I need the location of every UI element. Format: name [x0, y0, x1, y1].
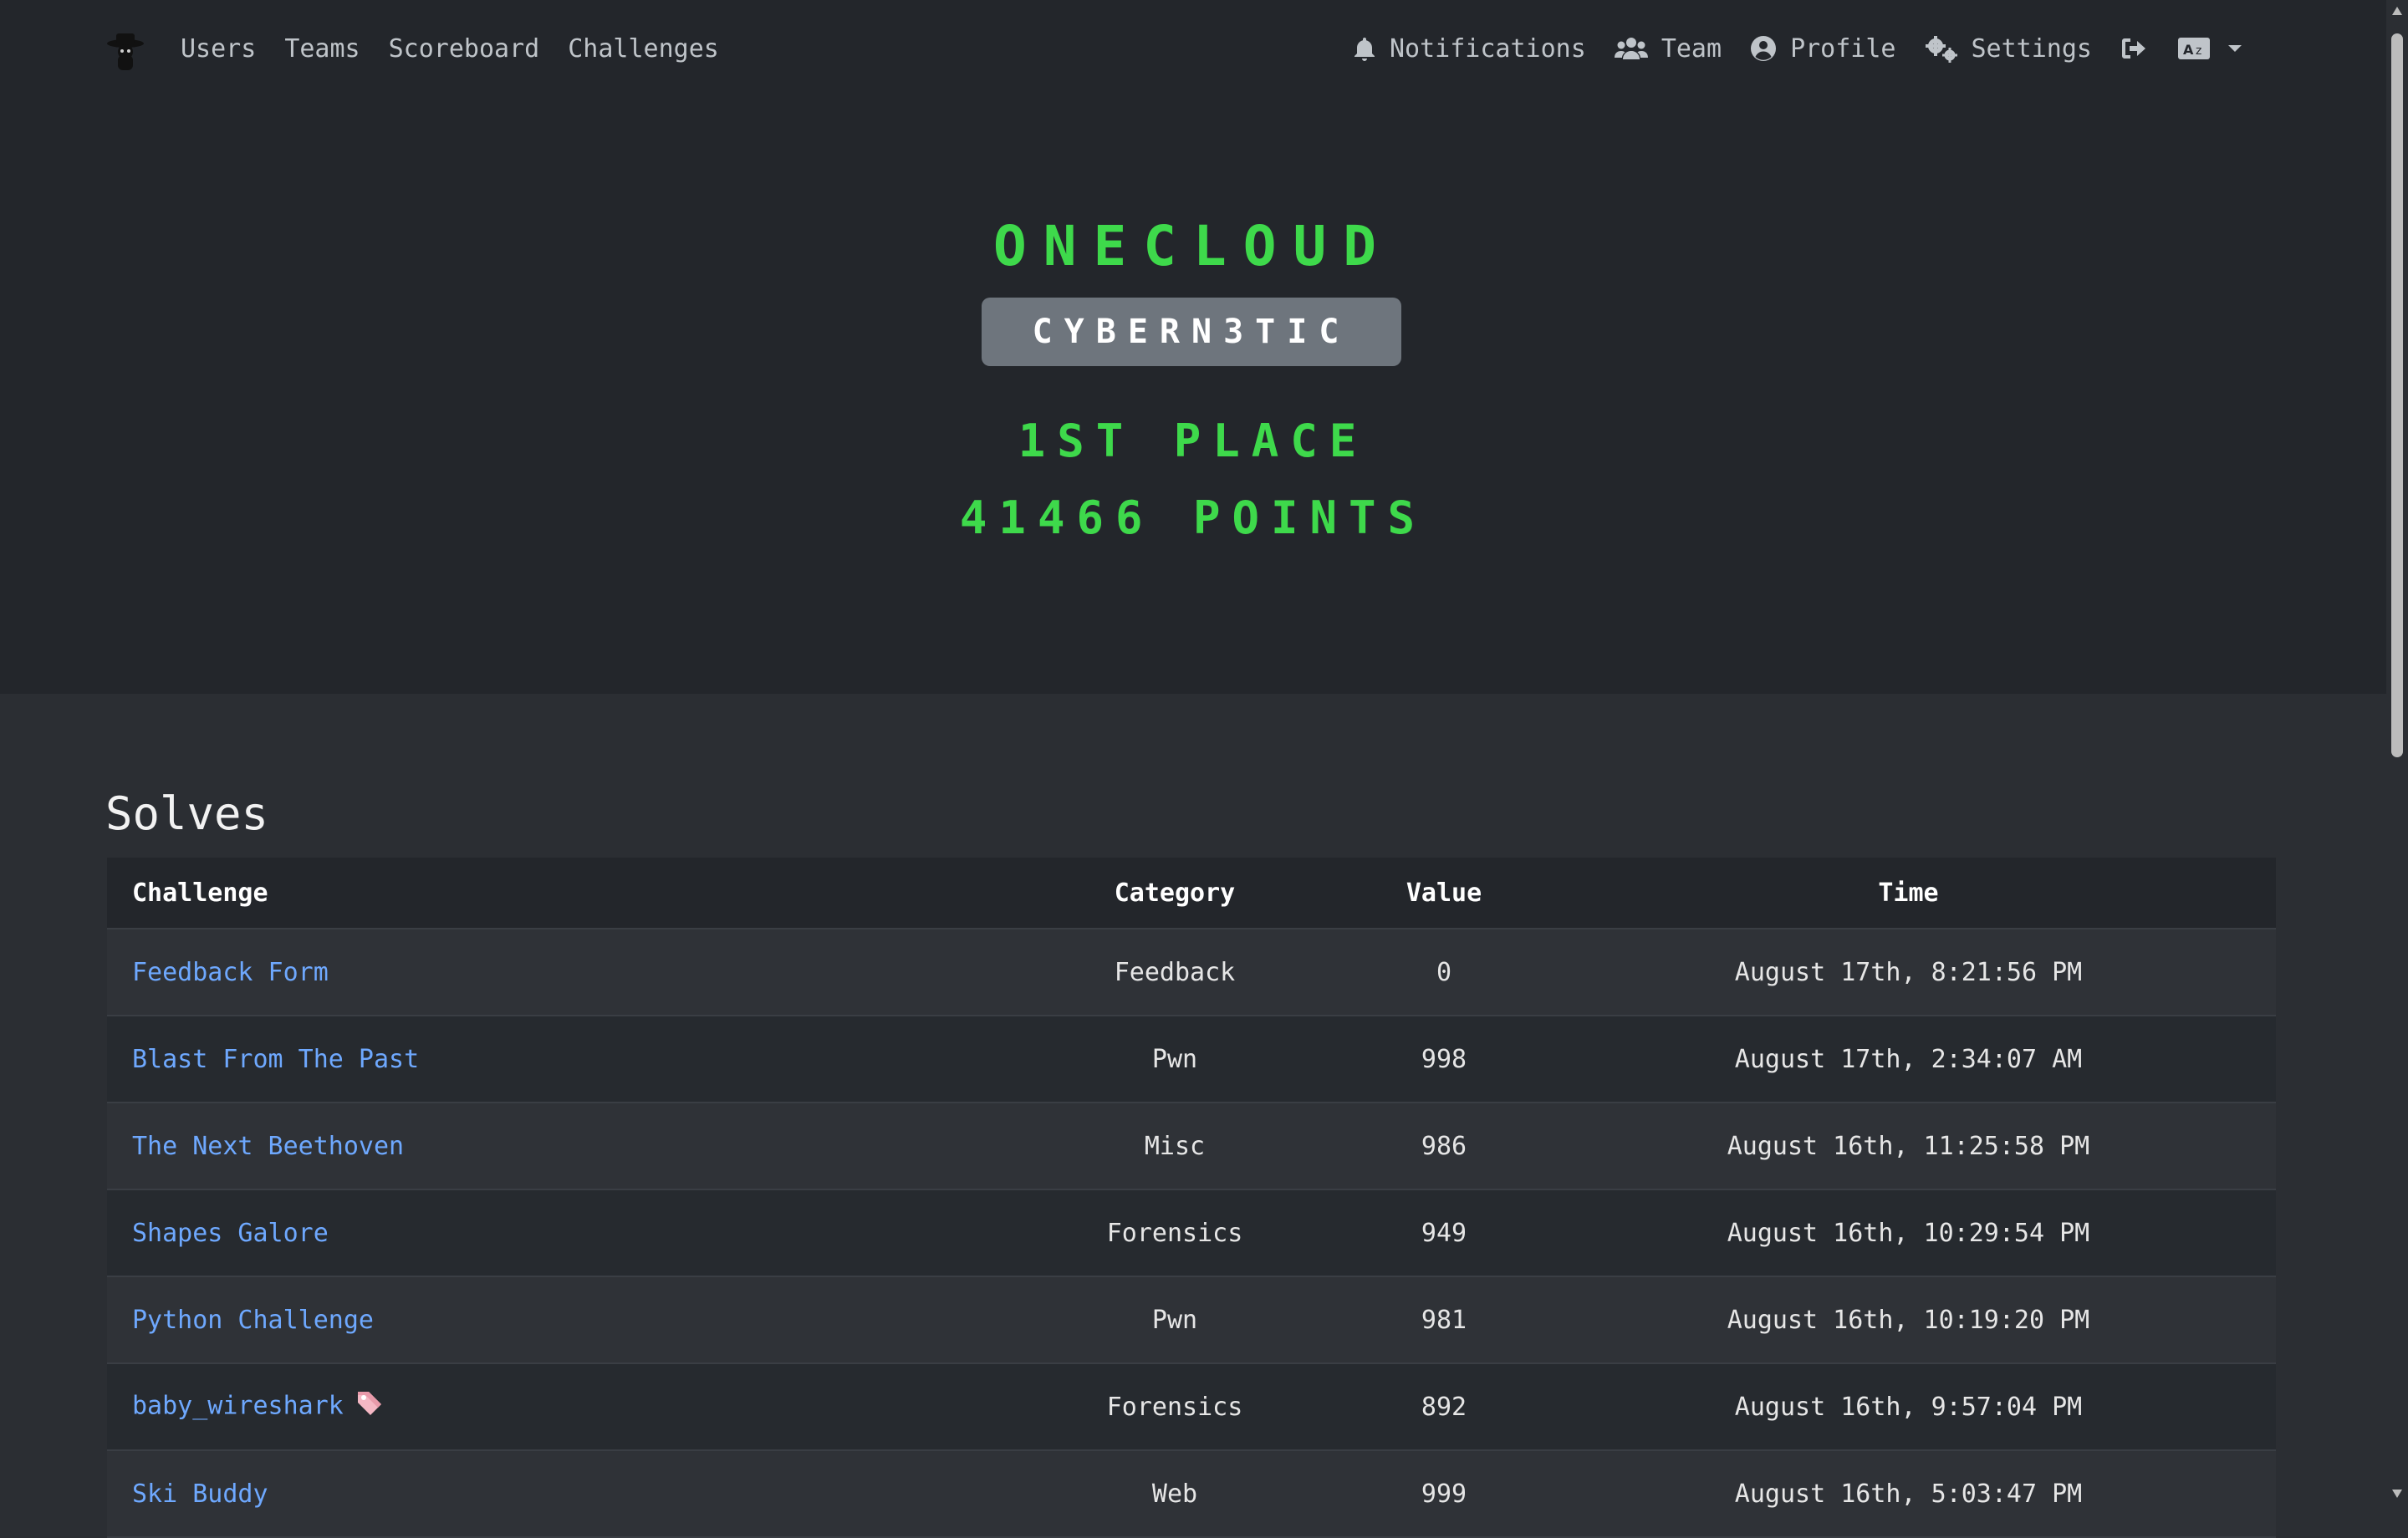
category-cell: Forensics: [1002, 1189, 1347, 1277]
sign-out-icon: [2122, 38, 2145, 59]
table-row: baby_wireshark Forensics 892 August 16th…: [107, 1363, 2276, 1451]
challenge-link[interactable]: Blast From The Past: [132, 1045, 419, 1074]
value-cell: 998: [1347, 1016, 1541, 1103]
value-cell: 981: [1347, 1276, 1541, 1364]
table-row: Feedback Form Feedback 0 August 17th, 8:…: [107, 929, 2276, 1016]
challenge-link[interactable]: The Next Beethoven: [132, 1132, 404, 1161]
language-dropdown[interactable]: A z: [2177, 37, 2242, 60]
time-cell: August 16th, 10:19:20 PM: [1541, 1276, 2276, 1364]
header-category[interactable]: Category: [1002, 858, 1347, 929]
challenge-cell: Blast From The Past: [107, 1016, 1002, 1103]
category-cell: Pwn: [1002, 1016, 1347, 1103]
nav-notifications-link[interactable]: Notifications: [1353, 34, 1586, 64]
challenge-cell: Feedback Form: [107, 929, 1002, 1016]
nav-profile-label: Profile: [1790, 33, 1896, 64]
category-cell: Web: [1002, 1450, 1347, 1538]
challenge-cell: Python Challenge: [107, 1276, 1002, 1364]
team-affiliation-badge: CYBERN3TIC: [982, 298, 1401, 366]
time-cell: August 16th, 9:57:04 PM: [1541, 1363, 2276, 1451]
users-icon: [1614, 38, 1648, 59]
nav-teams-link[interactable]: Teams: [284, 34, 360, 64]
table-row: Ski Buddy Web 999 August 16th, 5:03:47 P…: [107, 1450, 2276, 1538]
solves-table: Challenge Category Value Time Feedback F…: [107, 858, 2276, 1538]
nav-team-link[interactable]: Team: [1614, 33, 1722, 64]
logout-button[interactable]: [2120, 36, 2149, 61]
header-value[interactable]: Value: [1347, 858, 1541, 929]
nav-team-label: Team: [1661, 33, 1722, 64]
time-cell: August 17th, 8:21:56 PM: [1541, 929, 2276, 1016]
svg-text:z: z: [2196, 44, 2201, 58]
scroll-up-arrow-icon[interactable]: [2392, 7, 2402, 15]
gears-icon: [1925, 36, 1957, 63]
solves-title: Solves: [105, 787, 269, 840]
nav-scoreboard-link[interactable]: Scoreboard: [389, 34, 540, 64]
table-row: The Next Beethoven Misc 986 August 16th,…: [107, 1103, 2276, 1190]
challenge-link[interactable]: baby_wireshark: [132, 1392, 344, 1421]
challenge-cell: The Next Beethoven: [107, 1103, 1002, 1190]
vertical-scrollbar[interactable]: [2386, 0, 2408, 1505]
team-header: ONECLOUD CYBERN3TIC 1ST PLACE 41466 POIN…: [0, 97, 2386, 694]
nav-profile-link[interactable]: Profile: [1750, 33, 1896, 64]
nav-notifications-label: Notifications: [1390, 33, 1586, 64]
language-icon: A z: [2178, 38, 2210, 59]
table-row: Blast From The Past Pwn 998 August 17th,…: [107, 1016, 2276, 1103]
time-cell: August 16th, 10:29:54 PM: [1541, 1189, 2276, 1277]
table-row: Python Challenge Pwn 981 August 16th, 10…: [107, 1276, 2276, 1364]
scroll-down-arrow-icon[interactable]: [2392, 1490, 2402, 1498]
challenge-link[interactable]: Python Challenge: [132, 1306, 374, 1335]
nav-users-link[interactable]: Users: [181, 34, 256, 64]
value-cell: 0: [1347, 929, 1541, 1016]
nav-right: Notifications Team Profile Settings A z: [1353, 0, 2242, 97]
time-cell: August 17th, 2:34:07 AM: [1541, 1016, 2276, 1103]
challenge-cell: Shapes Galore: [107, 1189, 1002, 1277]
table-header-row: Challenge Category Value Time: [107, 858, 2276, 929]
nav-left: Users Teams Scoreboard Challenges: [181, 0, 719, 97]
challenge-cell: Ski Buddy: [107, 1450, 1002, 1538]
team-place: 1ST PLACE: [1018, 415, 1369, 467]
challenge-link[interactable]: Feedback Form: [132, 958, 329, 987]
nav-settings-link[interactable]: Settings: [1925, 33, 2093, 64]
value-cell: 999: [1347, 1450, 1541, 1538]
category-cell: Misc: [1002, 1103, 1347, 1190]
bell-icon: [1354, 38, 1375, 61]
value-cell: 892: [1347, 1363, 1541, 1451]
brand-logo-icon[interactable]: [105, 30, 145, 72]
category-cell: Feedback: [1002, 929, 1347, 1016]
team-name: ONECLOUD: [993, 214, 1393, 278]
nav-challenges-link[interactable]: Challenges: [568, 34, 719, 64]
caret-down-icon: [2228, 45, 2242, 52]
category-cell: Forensics: [1002, 1363, 1347, 1451]
category-cell: Pwn: [1002, 1276, 1347, 1364]
scrollbar-thumb[interactable]: [2391, 33, 2403, 757]
time-cell: August 16th, 11:25:58 PM: [1541, 1103, 2276, 1190]
challenge-link[interactable]: Ski Buddy: [132, 1479, 268, 1509]
header-challenge[interactable]: Challenge: [107, 858, 1002, 929]
challenge-cell: baby_wireshark: [107, 1363, 1002, 1451]
value-cell: 949: [1347, 1189, 1541, 1277]
nav-settings-label: Settings: [1971, 33, 2093, 64]
user-circle-icon: [1751, 36, 1777, 61]
svg-text:A: A: [2183, 42, 2194, 58]
header-time[interactable]: Time: [1541, 858, 2276, 929]
team-points: 41466 POINTS: [959, 491, 1427, 544]
value-cell: 986: [1347, 1103, 1541, 1190]
challenge-link[interactable]: Shapes Galore: [132, 1219, 329, 1248]
time-cell: August 16th, 5:03:47 PM: [1541, 1450, 2276, 1538]
table-row: Shapes Galore Forensics 949 August 16th,…: [107, 1189, 2276, 1277]
navbar: Users Teams Scoreboard Challenges Notifi…: [0, 0, 2386, 97]
tag-icon: [355, 1389, 384, 1424]
